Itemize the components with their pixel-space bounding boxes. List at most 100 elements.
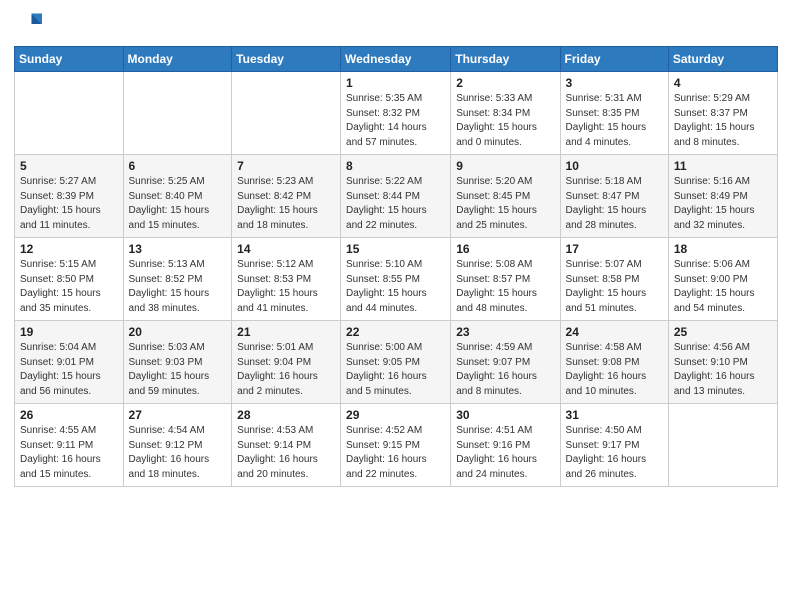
calendar-cell — [15, 72, 124, 155]
calendar-week-row: 26Sunrise: 4:55 AMSunset: 9:11 PMDayligh… — [15, 404, 778, 487]
calendar-week-row: 1 Sunrise: 5:35 AMSunset: 8:32 PMDaylight… — [15, 72, 778, 155]
calendar-cell: 15Sunrise: 5:10 AMSunset: 8:55 PMDayligh… — [341, 238, 451, 321]
calendar-cell: 11Sunrise: 5:16 AMSunset: 8:49 PMDayligh… — [668, 155, 777, 238]
calendar-table: SundayMondayTuesdayWednesdayThursdayFrid… — [14, 46, 778, 487]
day-info: Sunrise: 5:00 AMSunset: 9:05 PMDaylight:… — [346, 341, 445, 399]
calendar-cell: 31 Sunrise: 4:50 AMSunset: 9:17 PMDayligh… — [560, 404, 668, 487]
weekday-header-wednesday: Wednesday — [341, 47, 451, 72]
day-number: 9 — [456, 159, 554, 173]
day-info: Sunrise: 5:23 AMSunset: 8:42 PMDaylight:… — [237, 175, 335, 233]
page: SundayMondayTuesdayWednesdayThursdayFrid… — [0, 0, 792, 612]
day-number: 23 — [456, 325, 554, 339]
calendar-cell: 10 Sunrise: 5:18 AMSunset: 8:47 PMDayligh… — [560, 155, 668, 238]
calendar-cell — [123, 72, 232, 155]
calendar-cell: 1 Sunrise: 5:35 AMSunset: 8:32 PMDaylight… — [341, 72, 451, 155]
day-number: 19 — [20, 325, 118, 339]
calendar-cell: 7 Sunrise: 5:23 AMSunset: 8:42 PMDaylight… — [232, 155, 341, 238]
calendar-cell: 28 Sunrise: 4:53 AMSunset: 9:14 PMDayligh… — [232, 404, 341, 487]
day-number: 27 — [129, 408, 227, 422]
calendar-cell: 27 Sunrise: 4:54 AMSunset: 9:12 PMDayligh… — [123, 404, 232, 487]
calendar-cell: 6 Sunrise: 5:25 AMSunset: 8:40 PMDaylight… — [123, 155, 232, 238]
calendar-cell: 2 Sunrise: 5:33 AMSunset: 8:34 PMDaylight… — [451, 72, 560, 155]
day-info: Sunrise: 5:20 AMSunset: 8:45 PMDaylight:… — [456, 175, 554, 233]
logo — [14, 10, 46, 38]
day-number: 1 — [346, 76, 445, 90]
calendar-cell: 25 Sunrise: 4:56 AMSunset: 9:10 PMDayligh… — [668, 321, 777, 404]
day-number: 6 — [129, 159, 227, 173]
calendar-week-row: 5 Sunrise: 5:27 AMSunset: 8:39 PMDaylight… — [15, 155, 778, 238]
day-info: Sunrise: 5:33 AMSunset: 8:34 PMDaylight:… — [456, 92, 554, 150]
day-info: Sunrise: 4:55 AMSunset: 9:11 PMDaylight:… — [20, 424, 118, 482]
weekday-header-sunday: Sunday — [15, 47, 124, 72]
day-number: 24 — [566, 325, 663, 339]
day-info: Sunrise: 4:58 AMSunset: 9:08 PMDaylight:… — [566, 341, 663, 399]
day-number: 8 — [346, 159, 445, 173]
day-info: Sunrise: 4:52 AMSunset: 9:15 PMDaylight:… — [346, 424, 445, 482]
day-number: 5 — [20, 159, 118, 173]
calendar-cell: 14 Sunrise: 5:12 AMSunset: 8:53 PMDayligh… — [232, 238, 341, 321]
calendar-cell: 17 Sunrise: 5:07 AMSunset: 8:58 PMDayligh… — [560, 238, 668, 321]
day-info: Sunrise: 5:27 AMSunset: 8:39 PMDaylight:… — [20, 175, 118, 233]
calendar-cell: 18 Sunrise: 5:06 AMSunset: 9:00 PMDayligh… — [668, 238, 777, 321]
day-info: Sunrise: 4:54 AMSunset: 9:12 PMDaylight:… — [129, 424, 227, 482]
day-number: 30 — [456, 408, 554, 422]
day-info: Sunrise: 5:22 AMSunset: 8:44 PMDaylight:… — [346, 175, 445, 233]
day-number: 10 — [566, 159, 663, 173]
day-number: 4 — [674, 76, 772, 90]
calendar-cell — [668, 404, 777, 487]
calendar-cell: 5 Sunrise: 5:27 AMSunset: 8:39 PMDaylight… — [15, 155, 124, 238]
calendar-cell: 19 Sunrise: 5:04 AMSunset: 9:01 PMDayligh… — [15, 321, 124, 404]
calendar-cell: 4Sunrise: 5:29 AMSunset: 8:37 PMDaylight… — [668, 72, 777, 155]
calendar-week-row: 12 Sunrise: 5:15 AMSunset: 8:50 PMDayligh… — [15, 238, 778, 321]
day-info: Sunrise: 5:18 AMSunset: 8:47 PMDaylight:… — [566, 175, 663, 233]
calendar-cell: 22 Sunrise: 5:00 AMSunset: 9:05 PMDayligh… — [341, 321, 451, 404]
weekday-header-saturday: Saturday — [668, 47, 777, 72]
day-number: 12 — [20, 242, 118, 256]
day-number: 29 — [346, 408, 445, 422]
day-info: Sunrise: 5:15 AMSunset: 8:50 PMDaylight:… — [20, 258, 118, 316]
day-number: 16 — [456, 242, 554, 256]
day-info: Sunrise: 5:04 AMSunset: 9:01 PMDaylight:… — [20, 341, 118, 399]
weekday-header-thursday: Thursday — [451, 47, 560, 72]
day-number: 17 — [566, 242, 663, 256]
day-info: Sunrise: 5:12 AMSunset: 8:53 PMDaylight:… — [237, 258, 335, 316]
calendar-cell: 26Sunrise: 4:55 AMSunset: 9:11 PMDayligh… — [15, 404, 124, 487]
day-info: Sunrise: 4:53 AMSunset: 9:14 PMDaylight:… — [237, 424, 335, 482]
day-number: 2 — [456, 76, 554, 90]
calendar-cell: 20Sunrise: 5:03 AMSunset: 9:03 PMDayligh… — [123, 321, 232, 404]
calendar-cell: 13Sunrise: 5:13 AMSunset: 8:52 PMDayligh… — [123, 238, 232, 321]
day-info: Sunrise: 5:13 AMSunset: 8:52 PMDaylight:… — [129, 258, 227, 316]
day-info: Sunrise: 4:56 AMSunset: 9:10 PMDaylight:… — [674, 341, 772, 399]
day-info: Sunrise: 5:31 AMSunset: 8:35 PMDaylight:… — [566, 92, 663, 150]
day-number: 7 — [237, 159, 335, 173]
calendar-cell: 9 Sunrise: 5:20 AMSunset: 8:45 PMDaylight… — [451, 155, 560, 238]
day-info: Sunrise: 5:25 AMSunset: 8:40 PMDaylight:… — [129, 175, 227, 233]
day-info: Sunrise: 5:07 AMSunset: 8:58 PMDaylight:… — [566, 258, 663, 316]
day-info: Sunrise: 5:08 AMSunset: 8:57 PMDaylight:… — [456, 258, 554, 316]
calendar-cell: 24 Sunrise: 4:58 AMSunset: 9:08 PMDayligh… — [560, 321, 668, 404]
day-number: 25 — [674, 325, 772, 339]
day-info: Sunrise: 4:51 AMSunset: 9:16 PMDaylight:… — [456, 424, 554, 482]
day-info: Sunrise: 5:16 AMSunset: 8:49 PMDaylight:… — [674, 175, 772, 233]
day-number: 28 — [237, 408, 335, 422]
calendar-cell — [232, 72, 341, 155]
day-number: 22 — [346, 325, 445, 339]
logo-icon — [14, 10, 42, 38]
day-number: 14 — [237, 242, 335, 256]
day-info: Sunrise: 5:06 AMSunset: 9:00 PMDaylight:… — [674, 258, 772, 316]
day-info: Sunrise: 4:50 AMSunset: 9:17 PMDaylight:… — [566, 424, 663, 482]
day-number: 18 — [674, 242, 772, 256]
day-number: 31 — [566, 408, 663, 422]
weekday-header-tuesday: Tuesday — [232, 47, 341, 72]
day-info: Sunrise: 5:03 AMSunset: 9:03 PMDaylight:… — [129, 341, 227, 399]
weekday-header-row: SundayMondayTuesdayWednesdayThursdayFrid… — [15, 47, 778, 72]
day-info: Sunrise: 5:35 AMSunset: 8:32 PMDaylight:… — [346, 92, 445, 150]
calendar-week-row: 19 Sunrise: 5:04 AMSunset: 9:01 PMDayligh… — [15, 321, 778, 404]
calendar-cell: 23Sunrise: 4:59 AMSunset: 9:07 PMDayligh… — [451, 321, 560, 404]
calendar-cell: 21Sunrise: 5:01 AMSunset: 9:04 PMDayligh… — [232, 321, 341, 404]
day-number: 21 — [237, 325, 335, 339]
calendar-cell: 16 Sunrise: 5:08 AMSunset: 8:57 PMDayligh… — [451, 238, 560, 321]
calendar-cell: 3Sunrise: 5:31 AMSunset: 8:35 PMDaylight… — [560, 72, 668, 155]
calendar-cell: 30 Sunrise: 4:51 AMSunset: 9:16 PMDayligh… — [451, 404, 560, 487]
calendar-cell: 12 Sunrise: 5:15 AMSunset: 8:50 PMDayligh… — [15, 238, 124, 321]
